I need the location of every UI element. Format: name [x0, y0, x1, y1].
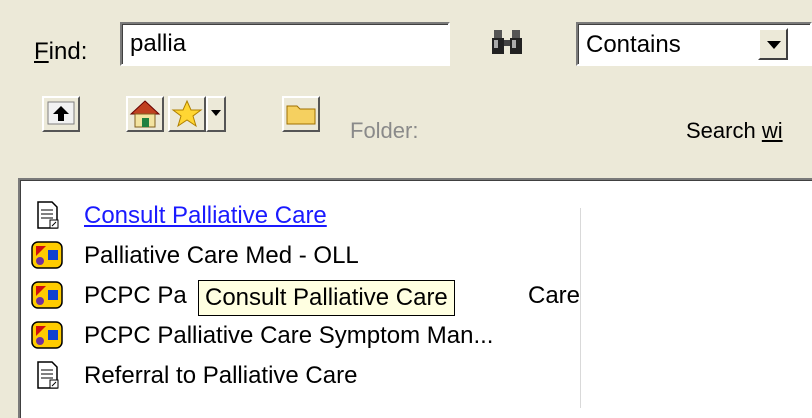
folder-button[interactable]: [282, 96, 320, 132]
document-icon: [37, 201, 59, 229]
list-item-label[interactable]: Consult Palliative Care: [84, 202, 327, 230]
document-icon: [37, 361, 59, 389]
search-mode-value: Contains: [586, 31, 681, 58]
find-input[interactable]: [120, 22, 450, 66]
order-set-icon: [31, 281, 63, 309]
list-item-label: Referral to Palliative Care: [84, 362, 358, 389]
order-set-icon: [31, 321, 63, 349]
order-set-icon: [31, 241, 63, 269]
list-divider: [580, 208, 581, 408]
folder-label: Folder:: [350, 118, 419, 143]
up-folder-button[interactable]: [42, 96, 80, 132]
home-icon: [129, 100, 161, 128]
favorites-dropdown-button[interactable]: [206, 96, 226, 132]
favorites-button[interactable]: [168, 96, 206, 132]
find-label: Find:: [34, 38, 88, 65]
list-item-label-tail: Care: [528, 282, 581, 309]
chevron-down-icon[interactable]: [758, 28, 788, 60]
home-button[interactable]: [126, 96, 164, 132]
folder-icon: [286, 105, 316, 125]
star-icon: [171, 99, 203, 128]
list-item-label: PCPC Palliative Care Symptom Man...: [84, 322, 494, 349]
binoculars-icon[interactable]: [490, 28, 526, 58]
list-item-label: Palliative Care Med - OLL: [84, 242, 359, 269]
search-mode-select[interactable]: Contains: [576, 22, 812, 66]
tooltip: Consult Palliative Care: [198, 280, 455, 316]
list-item-label: PCPC Pa: [84, 282, 187, 309]
up-arrow-icon: [47, 101, 75, 125]
search-within-label[interactable]: Search wi: [686, 118, 783, 144]
